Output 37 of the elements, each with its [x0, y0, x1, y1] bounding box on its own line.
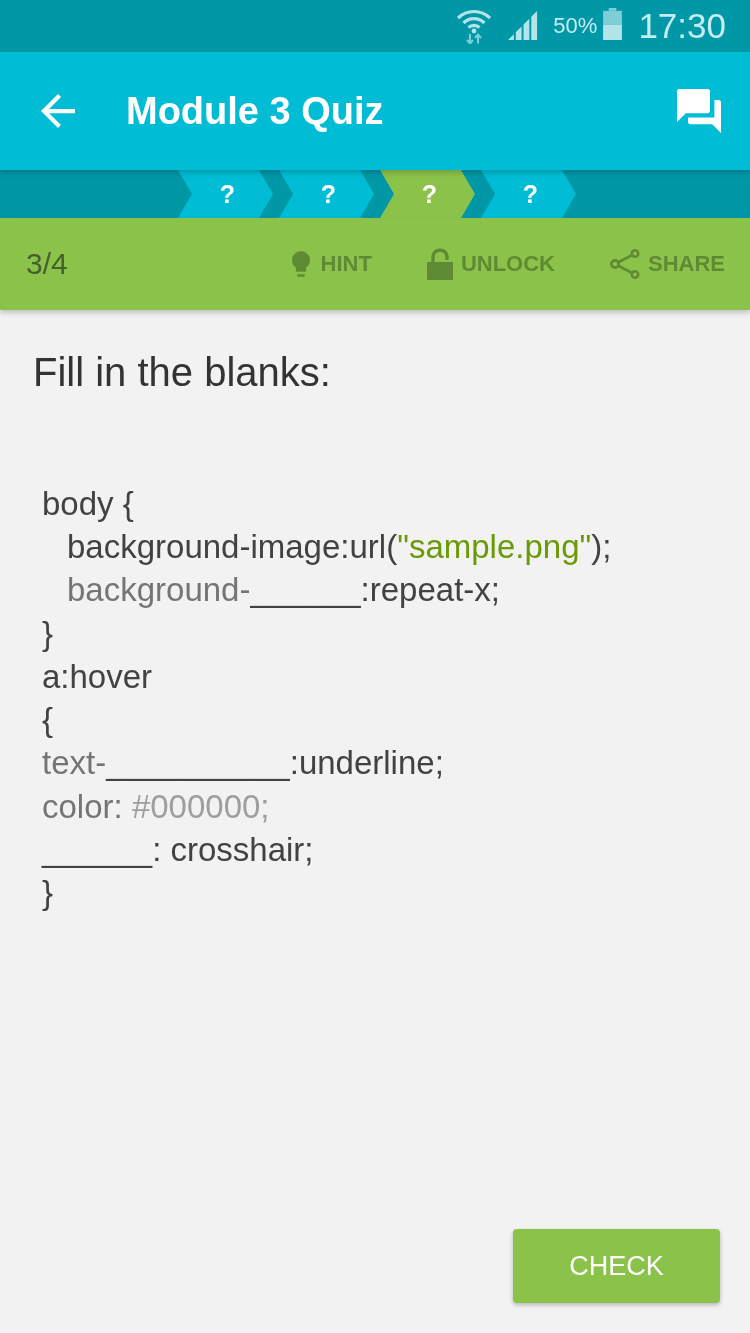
- hint-button[interactable]: HINT: [291, 250, 372, 278]
- code-line: }: [42, 874, 54, 913]
- question-prompt: Fill in the blanks:: [33, 349, 332, 396]
- check-button[interactable]: CHECK: [513, 1229, 720, 1303]
- fill-in-line[interactable]: ______: [42, 831, 153, 869]
- back-button[interactable]: [40, 93, 75, 129]
- back-arrow-icon: [40, 94, 75, 128]
- code-text: text-: [42, 744, 107, 783]
- code-line: {: [42, 701, 54, 740]
- question-step-tab[interactable]: ?: [481, 170, 576, 218]
- code-text: background-: [67, 571, 251, 610]
- battery-percentage: 50%: [553, 13, 598, 39]
- share-icon: [610, 249, 640, 279]
- padlock-icon: [426, 248, 453, 280]
- code-text: :underline;: [289, 744, 444, 783]
- wifi-icon: [456, 8, 493, 44]
- battery-icon: [603, 8, 623, 40]
- code-line: a:hover: [42, 657, 153, 696]
- chat-bubbles-icon: [676, 89, 722, 133]
- code-line: background-image:url("sample.png");: [67, 527, 612, 566]
- code-line: }: [42, 614, 54, 653]
- question-step-tab[interactable]: ?: [178, 170, 273, 218]
- share-button[interactable]: SHARE: [610, 249, 725, 279]
- question-step-tab[interactable]: ?: [279, 170, 374, 218]
- fill-in-line[interactable]: __________: [106, 744, 290, 783]
- code-text: : crosshair;: [152, 831, 314, 869]
- question-counter: 3/4: [26, 247, 68, 281]
- question-step-tab[interactable]: ?: [380, 170, 475, 218]
- screen-title: Module 3 Quiz: [126, 89, 384, 133]
- discussion-button[interactable]: [676, 89, 722, 133]
- code-text: :repeat-x;: [360, 571, 500, 610]
- lightbulb-icon: [291, 250, 310, 278]
- clock: 17:30: [638, 6, 726, 46]
- unlock-button[interactable]: UNLOCK: [426, 248, 555, 280]
- code-line: body {: [42, 484, 134, 523]
- code-line: color: #000000;: [42, 787, 270, 826]
- fill-in-line[interactable]: ______: [250, 571, 361, 610]
